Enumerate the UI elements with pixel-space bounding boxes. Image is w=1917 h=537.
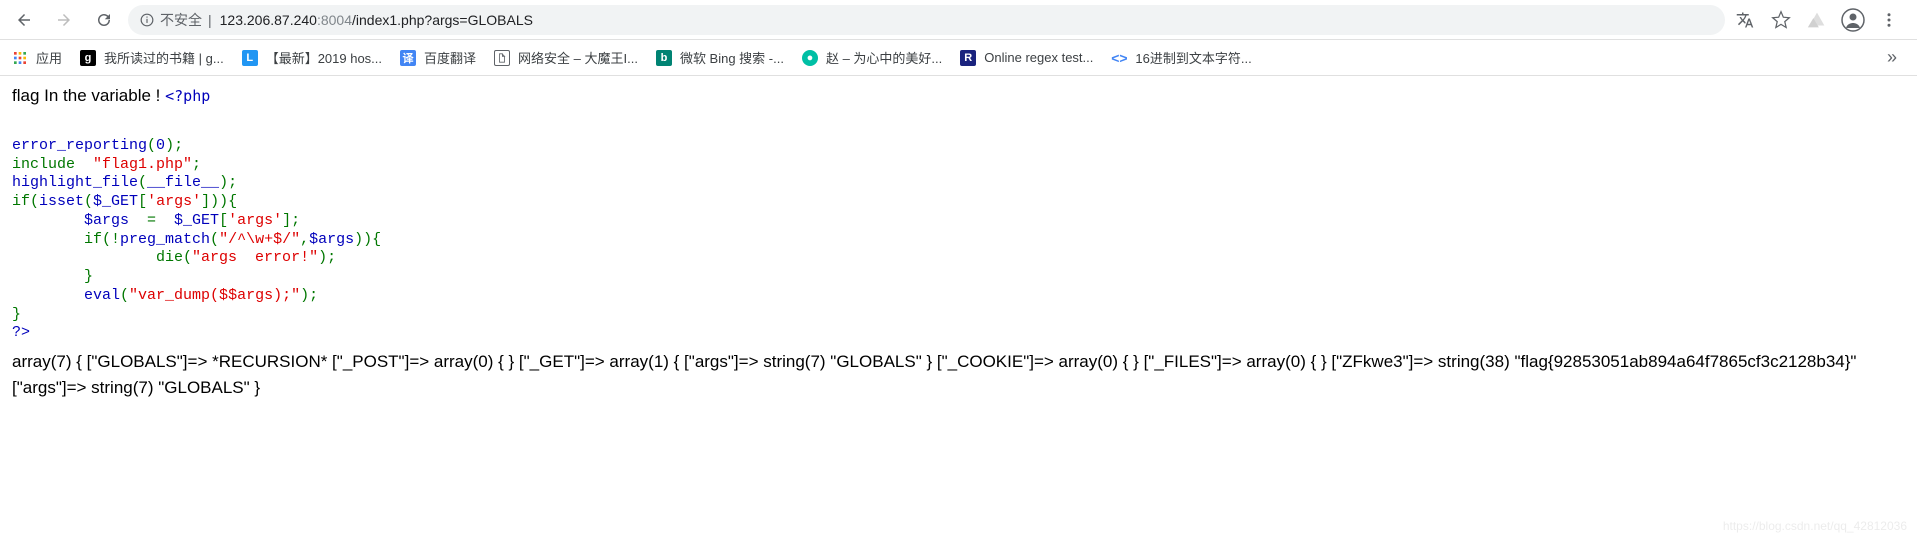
bookmark-label: 微软 Bing 搜索 -... [680,48,784,67]
translate-icon[interactable] [1733,8,1757,32]
bookmarks-bar: 应用 g 我所读过的书籍 | g... L 【最新】2019 hos... 译 … [0,40,1917,76]
bookmark-label: 百度翻译 [424,48,476,67]
bookmark-label: 网络安全 – 大魔王I... [518,48,638,67]
reload-button[interactable] [88,4,120,36]
info-icon [140,13,154,27]
bookmark-label: 应用 [36,48,62,67]
watermark: https://blog.csdn.net/qq_42812036 [1723,519,1907,533]
file-icon [494,50,510,66]
bookmark-label: 我所读过的书籍 | g... [104,48,224,67]
star-icon[interactable] [1769,8,1793,32]
bookmark-favicon: ● [802,50,818,66]
back-button[interactable] [8,4,40,36]
code-block: error_reporting(0); include "flag1.php";… [12,118,1905,343]
bookmark-item[interactable]: 译 百度翻译 [400,48,476,67]
bookmark-favicon: <> [1111,50,1127,66]
bookmark-item[interactable]: R Online regex test... [960,50,1093,66]
bookmark-favicon: R [960,50,976,66]
extension-icon[interactable] [1805,8,1829,32]
php-open-tag: <?php [165,87,210,105]
url-text: 123.206.87.240:8004/index1.php?args=GLOB… [220,12,533,28]
bookmark-item[interactable]: ● 赵 – 为心中的美好... [802,48,942,67]
page-title-line: flag In the variable ! <?php [12,86,1905,106]
page-content: flag In the variable ! <?php error_repor… [0,76,1917,410]
address-bar[interactable]: 不安全 | 123.206.87.240:8004/index1.php?arg… [128,5,1725,35]
var-dump-output: array(7) { ["GLOBALS"]=> *RECURSION* ["_… [12,349,1905,400]
bookmark-item[interactable]: L 【最新】2019 hos... [242,48,382,67]
security-indicator[interactable]: 不安全 | [140,10,212,30]
bookmark-item[interactable]: <> 16进制到文本字符... [1111,48,1251,67]
bookmark-favicon: L [242,50,258,66]
apps-icon [12,50,28,66]
page-title: flag In the variable ! [12,86,160,105]
bookmark-label: 【最新】2019 hos... [266,48,382,67]
bookmark-label: 赵 – 为心中的美好... [826,48,942,67]
menu-icon[interactable] [1877,8,1901,32]
insecure-label: 不安全 [160,10,202,30]
forward-button[interactable] [48,4,80,36]
bookmark-item[interactable]: g 我所读过的书籍 | g... [80,48,224,67]
bookmark-favicon: g [80,50,96,66]
bookmarks-overflow[interactable]: » [1879,47,1905,68]
apps-shortcut[interactable]: 应用 [12,48,62,67]
bookmark-label: Online regex test... [984,50,1093,65]
browser-toolbar: 不安全 | 123.206.87.240:8004/index1.php?arg… [0,0,1917,40]
bookmark-item[interactable]: b 微软 Bing 搜索 -... [656,48,784,67]
profile-icon[interactable] [1841,8,1865,32]
bookmark-label: 16进制到文本字符... [1135,48,1251,67]
bookmark-favicon: 译 [400,50,416,66]
toolbar-right [1733,8,1909,32]
bookmark-favicon: b [656,50,672,66]
bookmark-item[interactable]: 网络安全 – 大魔王I... [494,48,638,67]
